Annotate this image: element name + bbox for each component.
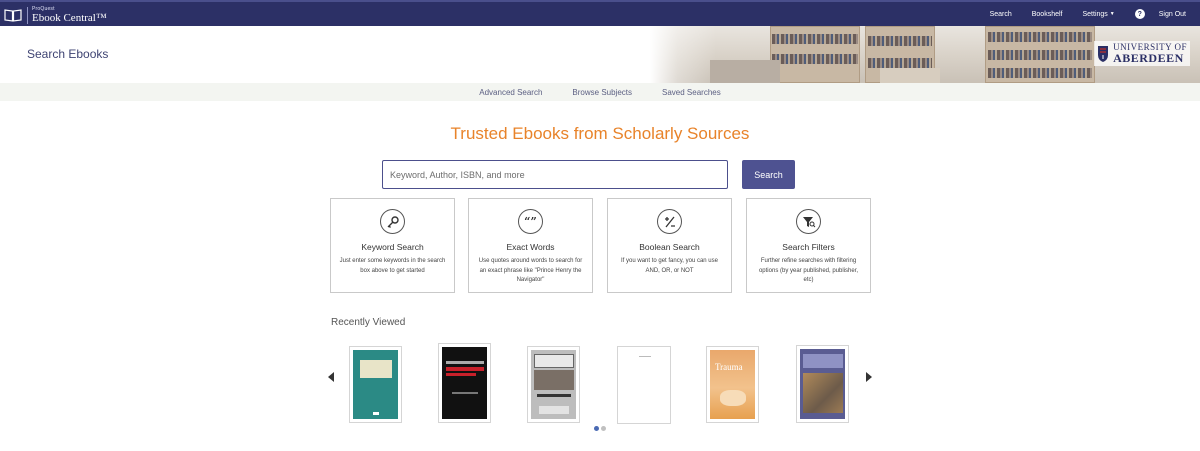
ebook-central-logo[interactable]: ProQuest Ebook Central™ bbox=[4, 5, 107, 25]
library-banner-image: UNIVERSITY OF ABERDEEN bbox=[650, 26, 1200, 83]
hero-title: Trusted Ebooks from Scholarly Sources bbox=[450, 124, 750, 143]
carousel-dot[interactable] bbox=[601, 426, 606, 431]
key-icon bbox=[380, 209, 405, 234]
nav-settings-menu[interactable]: Settings ▼ bbox=[1083, 11, 1115, 18]
nav-signout-link[interactable]: Sign Out bbox=[1159, 11, 1186, 18]
card-title: Boolean Search bbox=[639, 242, 700, 252]
plus-minus-icon bbox=[657, 209, 682, 234]
nav-bookshelf-link[interactable]: Bookshelf bbox=[1032, 11, 1063, 18]
brand-small-text: ProQuest bbox=[32, 5, 55, 12]
open-book-icon bbox=[4, 9, 22, 22]
card-title: Search Filters bbox=[782, 242, 835, 252]
page-header: Search Ebooks UNIVERSITY OF ABERDEEN bbox=[0, 26, 1200, 83]
search-filters-card: Search Filters Further refine searches w… bbox=[746, 198, 871, 293]
recently-viewed-heading: Recently Viewed bbox=[331, 317, 406, 328]
nav-search-link[interactable]: Search bbox=[990, 11, 1012, 18]
search-button[interactable]: Search bbox=[742, 160, 795, 189]
book-cover-5[interactable]: Trauma bbox=[706, 346, 759, 423]
book-cover-6[interactable] bbox=[796, 345, 849, 423]
book-cover-3[interactable] bbox=[527, 346, 580, 423]
carousel-pagination bbox=[594, 426, 608, 431]
card-description: If you want to get fancy, you can use AN… bbox=[621, 258, 718, 274]
help-icon[interactable]: ? bbox=[1134, 9, 1145, 19]
top-nav-bar: ProQuest Ebook Central™ Search Bookshelf… bbox=[0, 0, 1200, 26]
saved-searches-link[interactable]: Saved Searches bbox=[662, 88, 721, 97]
book-cover-2[interactable] bbox=[438, 343, 491, 423]
card-description: Further refine searches with filtering o… bbox=[758, 258, 859, 284]
boolean-search-card: Boolean Search If you want to get fancy,… bbox=[607, 198, 732, 293]
filter-icon bbox=[796, 209, 821, 234]
top-nav-menu: Search Bookshelf Settings ▼ ? Sign Out bbox=[990, 2, 1200, 26]
card-title: Keyword Search bbox=[361, 242, 424, 252]
carousel-next-icon[interactable] bbox=[866, 372, 872, 382]
chevron-down-icon: ▼ bbox=[1109, 11, 1115, 17]
book-cover-1[interactable] bbox=[349, 346, 402, 423]
keyword-search-card: Keyword Search Just enter some keywords … bbox=[330, 198, 455, 293]
card-description: Use quotes around words to search for an… bbox=[478, 258, 583, 284]
nav-settings-label: Settings bbox=[1082, 10, 1108, 18]
page-title: Search Ebooks bbox=[27, 47, 109, 61]
browse-subjects-link[interactable]: Browse Subjects bbox=[572, 88, 632, 97]
institution-line2: ABERDEEN bbox=[1113, 51, 1184, 65]
card-description: Just enter some keywords in the search b… bbox=[339, 258, 446, 274]
book-cover-4[interactable] bbox=[617, 346, 671, 424]
quote-icon: “” bbox=[518, 209, 543, 234]
university-logo: UNIVERSITY OF ABERDEEN bbox=[1094, 41, 1190, 66]
exact-words-card: “” Exact Words Use quotes around words t… bbox=[468, 198, 593, 293]
brand-name: Ebook Central™ bbox=[32, 11, 107, 24]
carousel-prev-icon[interactable] bbox=[328, 372, 334, 382]
sub-nav-bar: Advanced Search Browse Subjects Saved Se… bbox=[0, 83, 1200, 101]
card-title: Exact Words bbox=[506, 242, 555, 252]
carousel-dot-active[interactable] bbox=[594, 426, 599, 431]
crest-icon bbox=[1098, 45, 1109, 62]
advanced-search-link[interactable]: Advanced Search bbox=[479, 88, 542, 97]
book-cover-title: Trauma bbox=[715, 362, 743, 372]
search-input[interactable] bbox=[382, 160, 728, 189]
